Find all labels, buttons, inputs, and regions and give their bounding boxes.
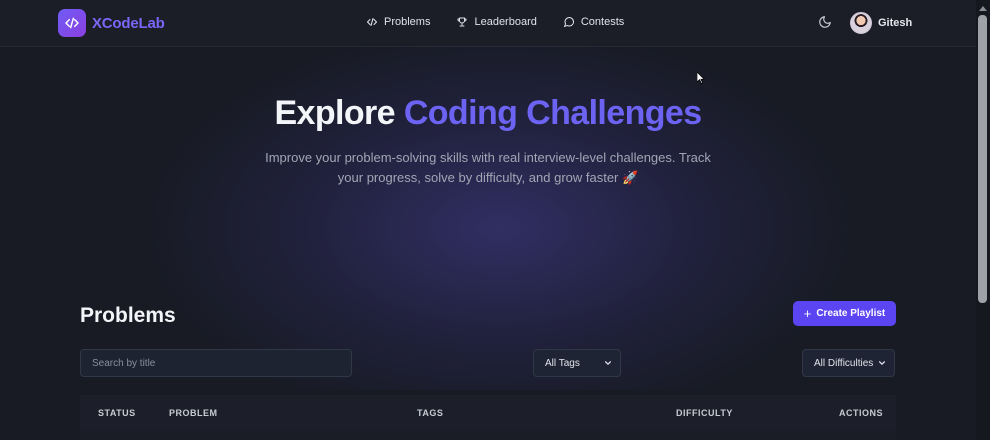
- difficulty-filter-select[interactable]: All Difficulties: [802, 349, 895, 377]
- nav-problems[interactable]: Problems: [366, 16, 430, 28]
- trophy-icon: [457, 17, 468, 27]
- chevron-down-icon: [878, 361, 886, 365]
- chevron-down-icon: [604, 361, 612, 365]
- column-status: STATUS: [98, 408, 136, 418]
- nav-leaderboard[interactable]: Leaderboard: [456, 16, 537, 28]
- tags-filter-value: All Tags: [545, 357, 580, 369]
- column-tags: TAGS: [417, 408, 444, 418]
- tags-filter-select[interactable]: All Tags: [533, 349, 621, 377]
- difficulty-filter-value: All Difficulties: [814, 357, 874, 369]
- create-playlist-button[interactable]: + Create Playlist: [793, 301, 896, 326]
- column-difficulty: DIFFICULTY: [676, 408, 733, 418]
- scrollbar-thumb[interactable]: [978, 15, 987, 303]
- hero-subtitle: Improve your problem-solving skills with…: [258, 148, 718, 188]
- brand-name[interactable]: XCodeLab: [92, 15, 165, 32]
- code-icon: [65, 17, 79, 29]
- user-avatar[interactable]: [850, 12, 872, 34]
- nav-leaderboard-label: Leaderboard: [474, 16, 537, 28]
- column-problem: PROBLEM: [169, 408, 218, 418]
- main-nav: Problems Leaderboard Contests: [366, 16, 624, 28]
- hero-title-plain: Explore: [274, 94, 404, 132]
- chat-bubble-icon: [563, 17, 574, 27]
- create-playlist-label: Create Playlist: [816, 308, 886, 319]
- table-row: [80, 431, 896, 440]
- search-input[interactable]: [80, 349, 352, 377]
- logo-badge[interactable]: [58, 9, 86, 37]
- plus-icon: +: [803, 306, 812, 321]
- column-actions: ACTIONS: [839, 408, 883, 418]
- user-name[interactable]: Gitesh: [878, 17, 912, 29]
- hero-subtitle-line2: your progress, solve by difficulty, and …: [337, 170, 639, 185]
- hero-subtitle-line1: Improve your problem-solving skills with…: [265, 150, 711, 165]
- problems-heading: Problems: [80, 304, 176, 327]
- moon-icon: [819, 16, 831, 28]
- nav-contests[interactable]: Contests: [563, 16, 624, 28]
- code-icon: [366, 17, 378, 27]
- nav-problems-label: Problems: [384, 16, 431, 28]
- mouse-cursor-icon: [697, 72, 705, 84]
- nav-contests-label: Contests: [580, 16, 625, 28]
- problems-table-header: STATUS PROBLEM TAGS DIFFICULTY ACTIONS: [80, 395, 896, 431]
- hero-background-glow: [150, 30, 850, 390]
- top-navbar: XCodeLab Problems Leaderboard Contests G…: [0, 0, 976, 47]
- theme-toggle-button[interactable]: [818, 15, 832, 34]
- hero-title: Explore Coding Challenges: [0, 94, 976, 133]
- hero-title-accent: Coding Challenges: [403, 94, 702, 132]
- scroll-up-arrow-icon[interactable]: [979, 6, 987, 11]
